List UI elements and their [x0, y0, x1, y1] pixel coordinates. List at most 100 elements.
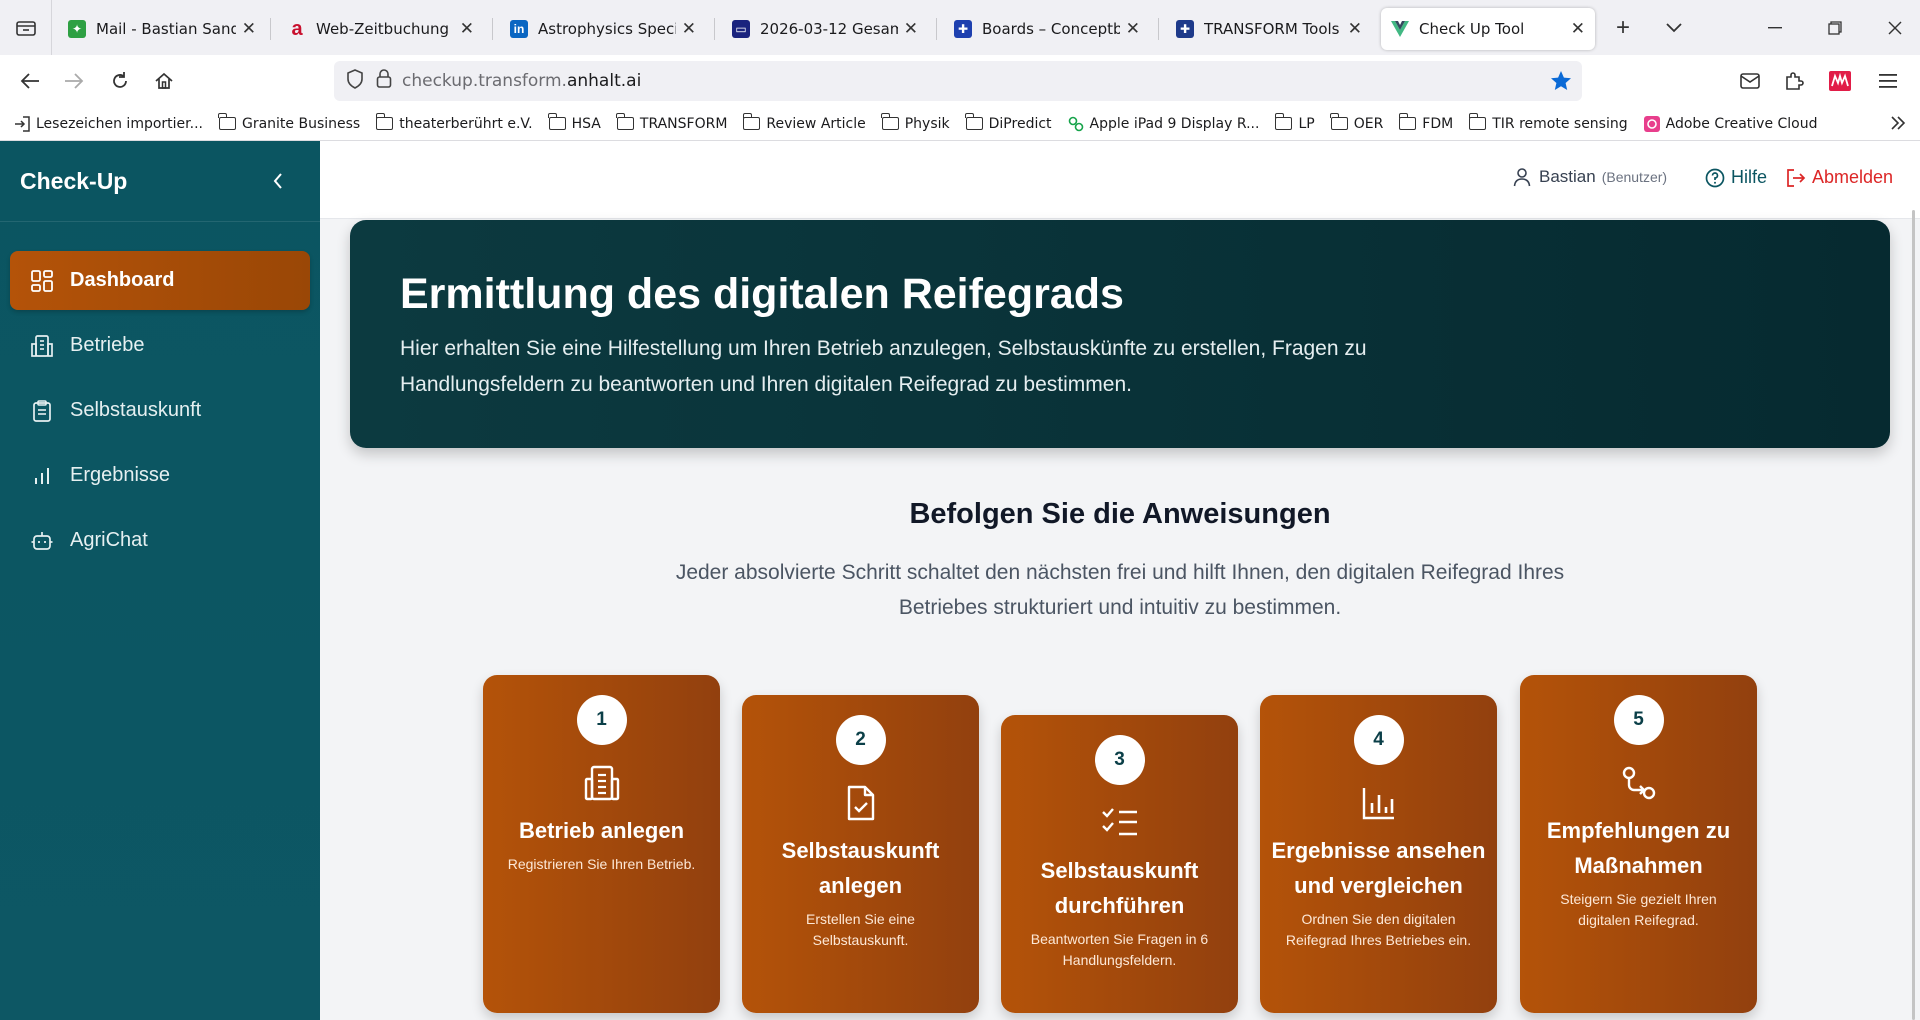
home-icon [155, 72, 173, 89]
step-card-4[interactable]: 4 Ergebnisse ansehen und vergleichen Ord… [1260, 695, 1497, 1013]
sidebar-nav: Dashboard Betriebe Selbstauskunft Ergebn… [0, 222, 320, 570]
close-tab-icon[interactable]: ✕ [1571, 19, 1585, 39]
bookmark-import[interactable]: Lesezeichen importier... [14, 116, 203, 132]
bookmark-folder[interactable]: Granite Business [218, 113, 360, 132]
step-title: Betrieb anlegen [518, 818, 685, 843]
step-card-2[interactable]: 2 Selbstauskunft anlegen Erstellen Sie e… [742, 695, 979, 1013]
new-tab-icon[interactable]: + [1605, 0, 1641, 55]
browser-tab-linkedin[interactable]: in Astrophysics Specialist ✕ [500, 8, 706, 50]
url-text[interactable]: checkup.transform.anhalt.ai [402, 71, 641, 91]
reload-button[interactable] [102, 63, 138, 99]
step-card-5[interactable]: 5 Empfehlungen zu Maßnahmen Steigern Sie… [1520, 675, 1757, 1013]
browser-tab-bar: ✦ Mail - Bastian Sander - ✕ a Web-Zeitbu… [0, 0, 1920, 55]
browser-navigation-bar: checkup.transform.anhalt.ai [0, 55, 1920, 107]
forward-button[interactable] [56, 63, 92, 99]
link-favicon-icon [1068, 116, 1084, 132]
hamburger-menu-icon [1879, 74, 1897, 88]
folder-icon [1398, 113, 1417, 130]
browser-tab-checkup[interactable]: Check Up Tool ✕ [1381, 8, 1595, 50]
close-tab-icon[interactable]: ✕ [1348, 19, 1362, 39]
bookmark-folder[interactable]: DiPredict [965, 113, 1052, 132]
back-button[interactable] [12, 63, 48, 99]
extension-button[interactable] [1822, 63, 1858, 99]
sidebar-item-selbstauskunft[interactable]: Selbstauskunft [10, 381, 310, 440]
address-bar[interactable]: checkup.transform.anhalt.ai [334, 61, 1582, 101]
bookmark-folder[interactable]: LP [1274, 113, 1315, 132]
hero-description: Hier erhalten Sie eine Hilfestellung um … [400, 337, 1367, 396]
sidebar-item-ergebnisse[interactable]: Ergebnisse [10, 446, 310, 505]
minimize-window-icon[interactable] [1752, 0, 1798, 55]
bookmarks-overflow-icon[interactable] [1890, 115, 1906, 136]
bookmark-link[interactable]: Adobe Creative Cloud [1643, 115, 1818, 132]
page-title: Ermittlung des digitalen Reifegrads [400, 270, 1124, 318]
extensions-button[interactable] [1776, 63, 1812, 99]
home-button[interactable] [146, 63, 182, 99]
sidebar-item-dashboard[interactable]: Dashboard [10, 251, 310, 310]
close-tab-icon[interactable]: ✕ [242, 19, 256, 39]
puzzle-icon [1786, 72, 1804, 90]
restore-window-icon[interactable] [1812, 0, 1858, 55]
step-card-1[interactable]: 1 Betrieb anlegen Registrieren Sie Ihren… [483, 675, 720, 1013]
bookmark-star-icon[interactable] [1550, 70, 1572, 97]
close-tab-icon[interactable]: ✕ [460, 19, 474, 39]
bookmark-folder[interactable]: HSA [548, 113, 601, 132]
browser-tab-zeitbuchung[interactable]: a Web-Zeitbuchung - Hoc ✕ [278, 8, 484, 50]
folder-icon [375, 113, 394, 130]
bookmark-folder[interactable]: theaterberührt e.V. [375, 113, 533, 132]
folder-icon [218, 113, 236, 130]
folder-icon [742, 113, 761, 130]
bookmark-folder[interactable]: Physik [881, 113, 950, 132]
step-card-3[interactable]: 3 Selbstauskunft durchführen Beantworten… [1001, 715, 1238, 1013]
folder-icon [1468, 113, 1487, 130]
browser-tab-gesamtprojekt[interactable]: ▭ 2026-03-12 Gesamtpro ✕ [722, 8, 928, 50]
bookmark-link[interactable]: Apple iPad 9 Display R... [1068, 116, 1259, 132]
step-description: Ordnen Sie den digitalen Reifegrad Ihres… [1285, 911, 1472, 948]
logout-icon [1786, 168, 1806, 188]
folder-icon [965, 113, 983, 130]
close-window-icon[interactable] [1872, 0, 1918, 55]
step-number: 3 [1094, 735, 1145, 785]
mail-button[interactable] [1732, 63, 1768, 99]
list-all-tabs-icon[interactable] [1656, 0, 1692, 55]
bookmark-folder[interactable]: Review Article [742, 113, 866, 132]
user-role: (Benutzer) [1601, 169, 1668, 185]
lock-icon[interactable] [376, 68, 392, 94]
route-icon [1619, 763, 1659, 803]
steps-subheading: Jeder absolvierte Schritt schaltet den n… [675, 561, 1565, 619]
browser-tab-conceptboard[interactable]: ✚ Boards – Conceptboard ✕ [944, 8, 1150, 50]
sidebar-brand: Check-Up [0, 141, 320, 222]
list-check-icon [1100, 803, 1140, 843]
step-title: Ergebnisse ansehen und vergleichen [1271, 838, 1486, 898]
envelope-icon [1740, 73, 1760, 89]
step-description: Registrieren Sie Ihren Betrieb. [507, 856, 696, 872]
sidebar-item-betriebe[interactable]: Betriebe [10, 316, 310, 375]
bookmark-folder[interactable]: TIR remote sensing [1468, 113, 1628, 132]
step-number: 5 [1613, 695, 1664, 745]
browser-tab-mail[interactable]: ✦ Mail - Bastian Sander - ✕ [58, 8, 266, 50]
help-link[interactable]: Hilfe [1705, 167, 1767, 188]
user-menu[interactable]: Bastian (Benutzer) [1513, 167, 1667, 187]
shield-icon[interactable] [346, 68, 364, 94]
close-tab-icon[interactable]: ✕ [682, 19, 696, 39]
sidebar-collapse-button[interactable] [266, 169, 290, 193]
folder-icon [548, 113, 566, 130]
page-scrollbar[interactable] [1912, 210, 1915, 1020]
zeitbuchung-favicon-icon: a [291, 17, 303, 40]
folder-icon [616, 113, 634, 130]
close-tab-icon[interactable]: ✕ [904, 19, 918, 39]
dashboard-icon [30, 269, 54, 293]
close-tab-icon[interactable]: ✕ [1126, 19, 1140, 39]
vue-favicon-icon [1391, 20, 1409, 38]
browser-tab-transform-tools[interactable]: ✚ TRANSFORM Tools – C ✕ [1166, 8, 1372, 50]
bot-icon [30, 529, 54, 553]
bookmark-folder[interactable]: OER [1330, 113, 1383, 132]
logout-link[interactable]: Abmelden [1786, 167, 1893, 188]
step-title: Selbstauskunft durchführen [1040, 858, 1199, 918]
clipboard-icon [30, 399, 54, 423]
step-number: 4 [1353, 715, 1404, 765]
sidebar-item-agrichat[interactable]: AgriChat [10, 511, 310, 570]
menu-button[interactable] [1870, 63, 1906, 99]
bookmark-folder[interactable]: TRANSFORM [616, 113, 727, 132]
tab-list-button[interactable] [0, 0, 52, 55]
bookmark-folder[interactable]: FDM [1398, 113, 1453, 132]
